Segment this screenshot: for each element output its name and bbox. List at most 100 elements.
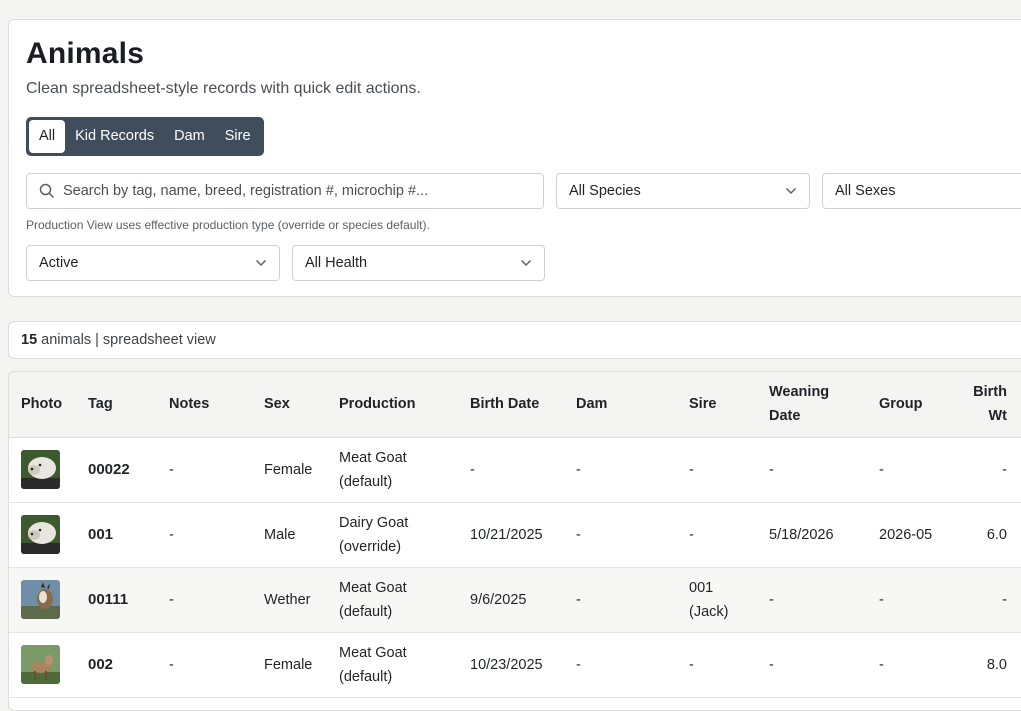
goat-brown-photo[interactable]	[21, 580, 60, 619]
production-view-hint: Production View uses effective productio…	[26, 218, 430, 232]
group-cell[interactable]: -	[867, 437, 961, 503]
group-cell[interactable]: 2026-05	[867, 502, 961, 568]
search-input[interactable]	[63, 183, 523, 199]
notes-cell[interactable]: -	[157, 632, 252, 698]
notes-cell[interactable]: -	[157, 567, 252, 633]
notes-cell[interactable]: -	[157, 502, 252, 568]
birth-wt-cell[interactable]: -	[961, 437, 1019, 503]
group-cell[interactable]: -	[867, 632, 961, 698]
sire-name: (Jack)	[689, 603, 729, 620]
production-source: (default)	[339, 473, 393, 490]
birth-wt-cell[interactable]: -	[961, 567, 1019, 633]
tab-dam[interactable]: Dam	[164, 120, 215, 153]
tab-sire[interactable]: Sire	[215, 120, 261, 153]
chevron-down-icon	[520, 259, 532, 267]
table-header-row: Photo Tag Notes Sex Production Birth Dat…	[9, 372, 1021, 438]
photo-cell	[9, 567, 76, 633]
production-source: (default)	[339, 603, 393, 620]
tab-all[interactable]: All	[29, 120, 66, 153]
birth-date-cell[interactable]: 9/6/2025	[458, 567, 564, 633]
dam-cell[interactable]: -	[564, 567, 677, 633]
page-subtitle: Clean spreadsheet-style records with qui…	[26, 80, 421, 97]
col-header-birth-wt[interactable]: Birth Wt	[961, 372, 1019, 438]
birth-wt-cell[interactable]: 6.0	[961, 502, 1019, 568]
health-select-value: All Health	[305, 255, 368, 271]
weaning-date-cell[interactable]: -	[757, 437, 867, 503]
table-row[interactable]: 002 - Female Meat Goat (default) 10/23/20…	[9, 632, 1021, 698]
production-source: (override)	[339, 538, 402, 555]
sire-cell[interactable]: -	[677, 632, 757, 698]
health-select[interactable]: All Health	[292, 245, 545, 281]
production-type: Meat Goat	[339, 449, 407, 466]
sire-tag: -	[689, 656, 694, 673]
search-box	[26, 173, 544, 209]
table-row[interactable]: 001 - Male Dairy Goat (override) 10/21/20…	[9, 502, 1021, 568]
filters-card: Animals Clean spreadsheet-style records …	[8, 19, 1021, 297]
col-header-birth-wt-line1: Birth	[973, 384, 1007, 401]
sex-cell[interactable]: Female	[252, 437, 327, 503]
tag-cell[interactable]: 001	[76, 502, 157, 568]
birth-wt-cell[interactable]: 8.0	[961, 632, 1019, 698]
production-type: Dairy Goat	[339, 514, 409, 531]
col-header-tag[interactable]: Tag	[76, 372, 157, 438]
weaning-date-cell[interactable]: 5/18/2026	[757, 502, 867, 568]
production-type: Meat Goat	[339, 644, 407, 661]
sire-tag: -	[689, 526, 694, 543]
sex-cell[interactable]: Female	[252, 632, 327, 698]
tag-cell[interactable]: 00022	[76, 437, 157, 503]
notes-cell[interactable]: -	[157, 437, 252, 503]
table-row[interactable]: 00111 - Wether Meat Goat (default) 9/6/20…	[9, 567, 1021, 633]
goat-white-photo[interactable]	[21, 450, 60, 489]
species-select-value: All Species	[569, 183, 641, 199]
sex-cell[interactable]: Wether	[252, 567, 327, 633]
col-header-group[interactable]: Group	[867, 372, 961, 438]
chevron-down-icon	[785, 187, 797, 195]
col-header-birth-wt-line2: Wt	[988, 408, 1007, 425]
col-header-weaning-line1: Weaning	[769, 384, 830, 401]
col-header-weaning-line2: Date	[769, 408, 801, 425]
table-row[interactable]: 00022 - Female Meat Goat (default) - - - …	[9, 437, 1021, 503]
page-title: Animals	[26, 37, 145, 70]
birth-date-cell[interactable]: 10/23/2025	[458, 632, 564, 698]
photo-cell	[9, 437, 76, 503]
tag-cell[interactable]: 00111	[76, 567, 157, 633]
birth-date-cell[interactable]: -	[458, 437, 564, 503]
photo-cell	[9, 632, 76, 698]
sex-cell[interactable]: Male	[252, 502, 327, 568]
production-cell[interactable]: Meat Goat (default)	[327, 437, 458, 503]
sire-cell[interactable]: -	[677, 502, 757, 568]
weaning-date-cell[interactable]: -	[757, 567, 867, 633]
species-select[interactable]: All Species	[556, 173, 810, 209]
col-header-photo[interactable]: Photo	[9, 372, 76, 438]
sire-cell[interactable]: -	[677, 437, 757, 503]
chevron-down-icon	[255, 259, 267, 267]
col-header-sire[interactable]: Sire	[677, 372, 757, 438]
tab-kid-records[interactable]: Kid Records	[65, 120, 164, 153]
col-header-weaning-date[interactable]: Weaning Date	[757, 372, 867, 438]
production-cell[interactable]: Meat Goat (default)	[327, 632, 458, 698]
animals-table: Photo Tag Notes Sex Production Birth Dat…	[9, 372, 1021, 698]
sex-select[interactable]: All Sexes	[822, 173, 1021, 209]
dam-cell[interactable]: -	[564, 502, 677, 568]
weaning-date-cell[interactable]: -	[757, 632, 867, 698]
dam-cell[interactable]: -	[564, 437, 677, 503]
goat-white-photo[interactable]	[21, 515, 60, 554]
col-header-notes[interactable]: Notes	[157, 372, 252, 438]
tag-cell[interactable]: 002	[76, 632, 157, 698]
col-header-dam[interactable]: Dam	[564, 372, 677, 438]
group-cell[interactable]: -	[867, 567, 961, 633]
goat-brown-photo[interactable]	[21, 645, 60, 684]
search-icon	[39, 183, 54, 198]
production-cell[interactable]: Meat Goat (default)	[327, 567, 458, 633]
col-header-production[interactable]: Production	[327, 372, 458, 438]
results-summary-label: animals | spreadsheet view	[41, 332, 216, 348]
birth-date-cell[interactable]: 10/21/2025	[458, 502, 564, 568]
col-header-sex[interactable]: Sex	[252, 372, 327, 438]
col-header-birth-date[interactable]: Birth Date	[458, 372, 564, 438]
sire-cell[interactable]: 001 (Jack)	[677, 567, 757, 633]
production-cell[interactable]: Dairy Goat (override)	[327, 502, 458, 568]
status-select[interactable]: Active	[26, 245, 280, 281]
animal-count: 15	[21, 332, 38, 348]
sire-tag: -	[689, 461, 694, 478]
dam-cell[interactable]: -	[564, 632, 677, 698]
